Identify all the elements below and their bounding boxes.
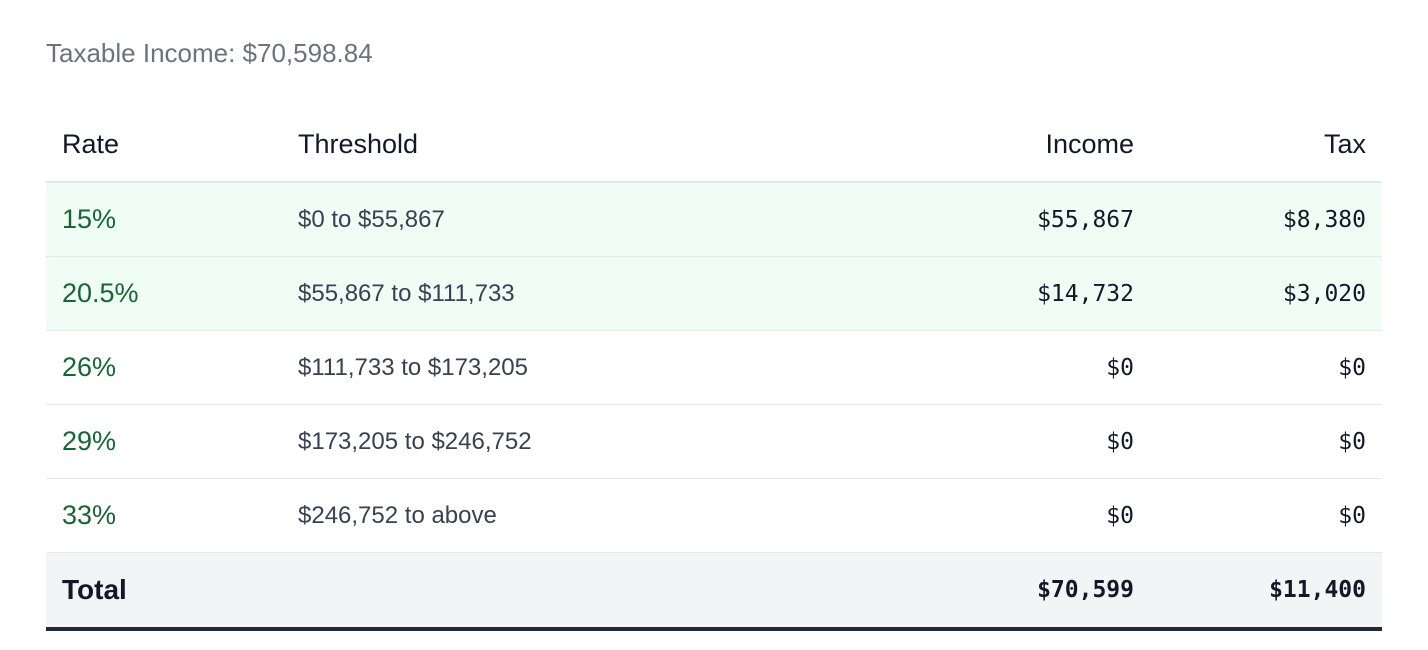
bracket-income: $0: [782, 330, 1150, 405]
header-rate: Rate: [46, 108, 282, 183]
bracket-rate: 29%: [46, 404, 282, 479]
bracket-threshold: $55,867 to $111,733: [282, 256, 782, 331]
bracket-threshold: $0 to $55,867: [282, 182, 782, 257]
table-row: 26% $111,733 to $173,205 $0 $0: [46, 330, 1382, 405]
bracket-rate: 33%: [46, 478, 282, 553]
table-footer: Total $70,599 $11,400: [46, 552, 1382, 631]
total-tax: $11,400: [1150, 552, 1382, 631]
total-threshold-empty: [282, 552, 782, 631]
bracket-tax: $0: [1150, 478, 1382, 553]
tax-brackets-table: Rate Threshold Income Tax 15% $0 to $55,…: [46, 108, 1382, 631]
bracket-tax: $3,020: [1150, 256, 1382, 331]
table-row: 33% $246,752 to above $0 $0: [46, 478, 1382, 553]
bracket-tax: $0: [1150, 330, 1382, 405]
bracket-rate: 15%: [46, 182, 282, 257]
total-label: Total: [46, 552, 282, 631]
bracket-tax: $0: [1150, 404, 1382, 479]
table-body: 15% $0 to $55,867 $55,867 $8,380 20.5% $…: [46, 182, 1382, 553]
total-row: Total $70,599 $11,400: [46, 552, 1382, 631]
header-row: Rate Threshold Income Tax: [46, 108, 1382, 183]
table-row: 15% $0 to $55,867 $55,867 $8,380: [46, 182, 1382, 257]
table-row: 20.5% $55,867 to $111,733 $14,732 $3,020: [46, 256, 1382, 331]
table-row: 29% $173,205 to $246,752 $0 $0: [46, 404, 1382, 479]
bracket-threshold: $246,752 to above: [282, 478, 782, 553]
bracket-rate: 26%: [46, 330, 282, 405]
header-income: Income: [782, 108, 1150, 183]
bracket-rate: 20.5%: [46, 256, 282, 331]
table-header: Rate Threshold Income Tax: [46, 108, 1382, 183]
bracket-threshold: $111,733 to $173,205: [282, 330, 782, 405]
bracket-income: $0: [782, 478, 1150, 553]
bracket-tax: $8,380: [1150, 182, 1382, 257]
header-tax: Tax: [1150, 108, 1382, 183]
taxable-income-summary: Taxable Income: $70,598.84: [46, 38, 373, 68]
header-threshold: Threshold: [282, 108, 782, 183]
bracket-income: $14,732: [782, 256, 1150, 331]
bracket-income: $55,867: [782, 182, 1150, 257]
total-income: $70,599: [782, 552, 1150, 631]
bracket-income: $0: [782, 404, 1150, 479]
bracket-threshold: $173,205 to $246,752: [282, 404, 782, 479]
